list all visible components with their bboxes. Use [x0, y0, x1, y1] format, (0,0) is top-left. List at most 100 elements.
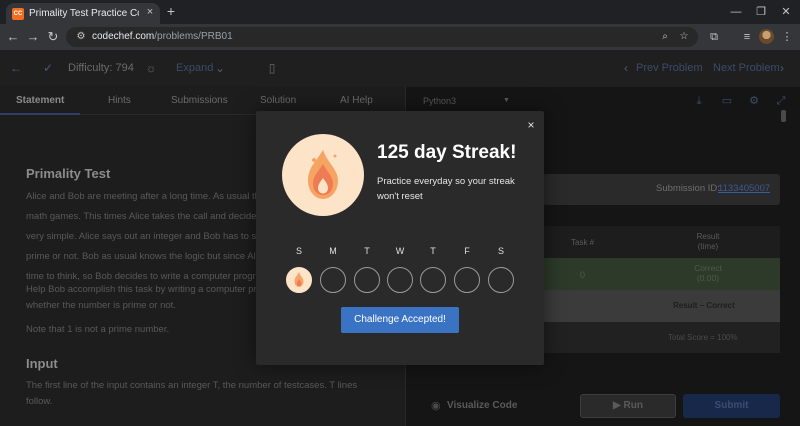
zoom-icon[interactable]: ⌕	[658, 30, 672, 44]
check-icon: ✓	[42, 61, 54, 75]
visualize-code-button[interactable]: ◉ Visualize Code	[425, 395, 520, 417]
fullscreen-icon[interactable]: ⤢	[774, 94, 788, 108]
difficulty-label: Difficulty: 794	[68, 62, 134, 74]
flame-icon	[308, 150, 338, 199]
score-row: Total Score = 100%	[543, 322, 780, 353]
day-circle	[454, 267, 480, 293]
col-task-header: Task #	[571, 238, 595, 247]
day-label: W	[395, 246, 405, 256]
media-queue-icon[interactable]: ≡	[739, 29, 755, 45]
streak-flame-badge	[282, 134, 364, 216]
day-circle	[387, 267, 413, 293]
address-bar[interactable]: ⚙ codechef.com/problems/PRB01 ⌕ ☆	[66, 27, 698, 47]
tab-hints[interactable]: Hints	[108, 95, 131, 107]
sun-theme-icon[interactable]: ☼	[143, 60, 159, 76]
streak-title: 125 day Streak!	[377, 142, 517, 163]
day-label: T	[364, 246, 370, 256]
restore-window-button[interactable]: ❐	[752, 4, 770, 20]
close-icon[interactable]: ×	[524, 118, 538, 132]
minimize-window-button[interactable]: —	[727, 4, 745, 20]
row-result-time: (0.00)	[696, 273, 720, 283]
expand-button[interactable]: Expand	[176, 61, 213, 75]
prev-problem-button[interactable]: Prev Problem	[636, 61, 703, 75]
new-tab-button[interactable]: +	[163, 3, 179, 19]
day-circle	[354, 267, 380, 293]
codechef-favicon-icon: CC	[12, 8, 24, 20]
table-row: 0 Correct (0.00)	[543, 258, 780, 290]
download-icon[interactable]: ⤓	[692, 94, 706, 108]
submission-info: Submission ID: 1133405007	[543, 174, 780, 205]
results-table: Task # Result (time) 0 Correct (0.00) Resu…	[543, 226, 780, 353]
profile-avatar[interactable]	[759, 29, 774, 44]
browser-menu-icon[interactable]: ⋮	[779, 29, 795, 45]
results-header: Task # Result (time)	[543, 226, 780, 258]
run-button[interactable]: ▶ Run	[580, 394, 676, 418]
day-label: S	[295, 246, 302, 256]
tab-submissions[interactable]: Submissions	[171, 95, 228, 107]
site-info-icon[interactable]: ⚙	[74, 30, 88, 44]
url-host: codechef.com	[92, 31, 155, 42]
total-score: Total Score = 100%	[668, 333, 738, 342]
input-heading: Input	[26, 356, 58, 371]
day-circle	[320, 267, 346, 293]
language-select[interactable]: Python3 ▼	[423, 93, 513, 109]
challenge-accepted-button[interactable]: Challenge Accepted!	[341, 307, 459, 333]
row-task-number: 0	[580, 270, 586, 280]
bookmark-star-icon[interactable]: ☆	[677, 30, 691, 44]
day-label: F	[464, 246, 470, 256]
day-circle-completed	[286, 267, 312, 293]
result-summary: Result – Correct	[673, 301, 735, 310]
browser-tab[interactable]: CC Primality Test Practice Coding P ×	[6, 3, 160, 24]
result-summary-row: Result – Correct	[543, 290, 780, 322]
tab-solution[interactable]: Solution	[260, 95, 296, 107]
submit-button[interactable]: Submit	[683, 394, 780, 418]
comment-icon[interactable]: ▭	[720, 94, 734, 108]
col-result-subtitle: (time)	[697, 242, 719, 251]
input-line: follow.	[26, 396, 53, 407]
tab-title: Primality Test Practice Coding P	[29, 8, 139, 19]
chevron-down-icon[interactable]: ⌄	[212, 60, 228, 76]
forward-arrow-icon[interactable]: →	[24, 28, 42, 46]
eye-icon: ◉	[431, 400, 441, 412]
editor-scrollbar[interactable]	[781, 110, 786, 122]
problem-header: ← ✓ Difficulty: 794 ☼ Expand ⌄ ▯ ‹ Prev …	[0, 50, 800, 87]
row-result-status: Correct	[694, 263, 722, 273]
browser-tab-strip: CC Primality Test Practice Coding P × + …	[0, 0, 800, 24]
tab-statement[interactable]: Statement	[16, 95, 64, 107]
streak-modal: × 125 day Streak! Practice everyday so y…	[256, 111, 544, 365]
col-result-header: Result (time)	[688, 232, 728, 252]
streak-message: Practice everyday so your streak won't r…	[377, 176, 515, 202]
input-line: The first line of the input contains an …	[26, 380, 358, 391]
day-label: T	[430, 246, 436, 256]
back-arrow-icon[interactable]: ←	[8, 60, 24, 76]
day-label: M	[329, 246, 337, 256]
flame-icon	[294, 272, 304, 287]
url-text[interactable]: codechef.com/problems/PRB01	[92, 30, 233, 44]
active-tab-indicator	[0, 113, 80, 115]
chevron-down-icon: ▼	[503, 97, 510, 104]
url-path: /problems/PRB01	[154, 31, 233, 42]
close-window-button[interactable]: ✕	[777, 4, 795, 20]
browser-toolbar: ← → ↻ ⚙ codechef.com/problems/PRB01 ⌕ ☆ …	[0, 24, 800, 50]
challenge-accepted-label: Challenge Accepted!	[354, 314, 446, 325]
row-result: Correct (0.00)	[683, 263, 733, 283]
extensions-puzzle-icon[interactable]: ⧉	[706, 29, 722, 45]
chevron-left-icon: ‹	[624, 61, 628, 75]
reload-icon[interactable]: ↻	[44, 28, 62, 46]
day-label: S	[497, 246, 504, 256]
back-arrow-icon[interactable]: ←	[4, 28, 22, 46]
tab-ai-help[interactable]: AI Help	[340, 95, 373, 107]
col-result-title: Result	[696, 232, 720, 241]
visualize-code-label: Visualize Code	[447, 400, 518, 411]
submit-label: Submit	[714, 400, 749, 411]
next-problem-button[interactable]: Next Problem	[713, 61, 780, 75]
problem-title: Primality Test	[26, 166, 111, 181]
settings-gear-icon[interactable]: ⚙	[747, 94, 761, 108]
language-value: Python3	[423, 96, 457, 106]
bookmark-icon[interactable]: ▯	[264, 60, 280, 76]
chevron-right-icon: ›	[780, 61, 784, 75]
tab-close-icon[interactable]: ×	[144, 6, 156, 19]
submission-id-label: Submission ID:	[656, 183, 720, 194]
day-circle	[488, 267, 514, 293]
submission-id-link[interactable]: 1133405007	[718, 183, 770, 195]
